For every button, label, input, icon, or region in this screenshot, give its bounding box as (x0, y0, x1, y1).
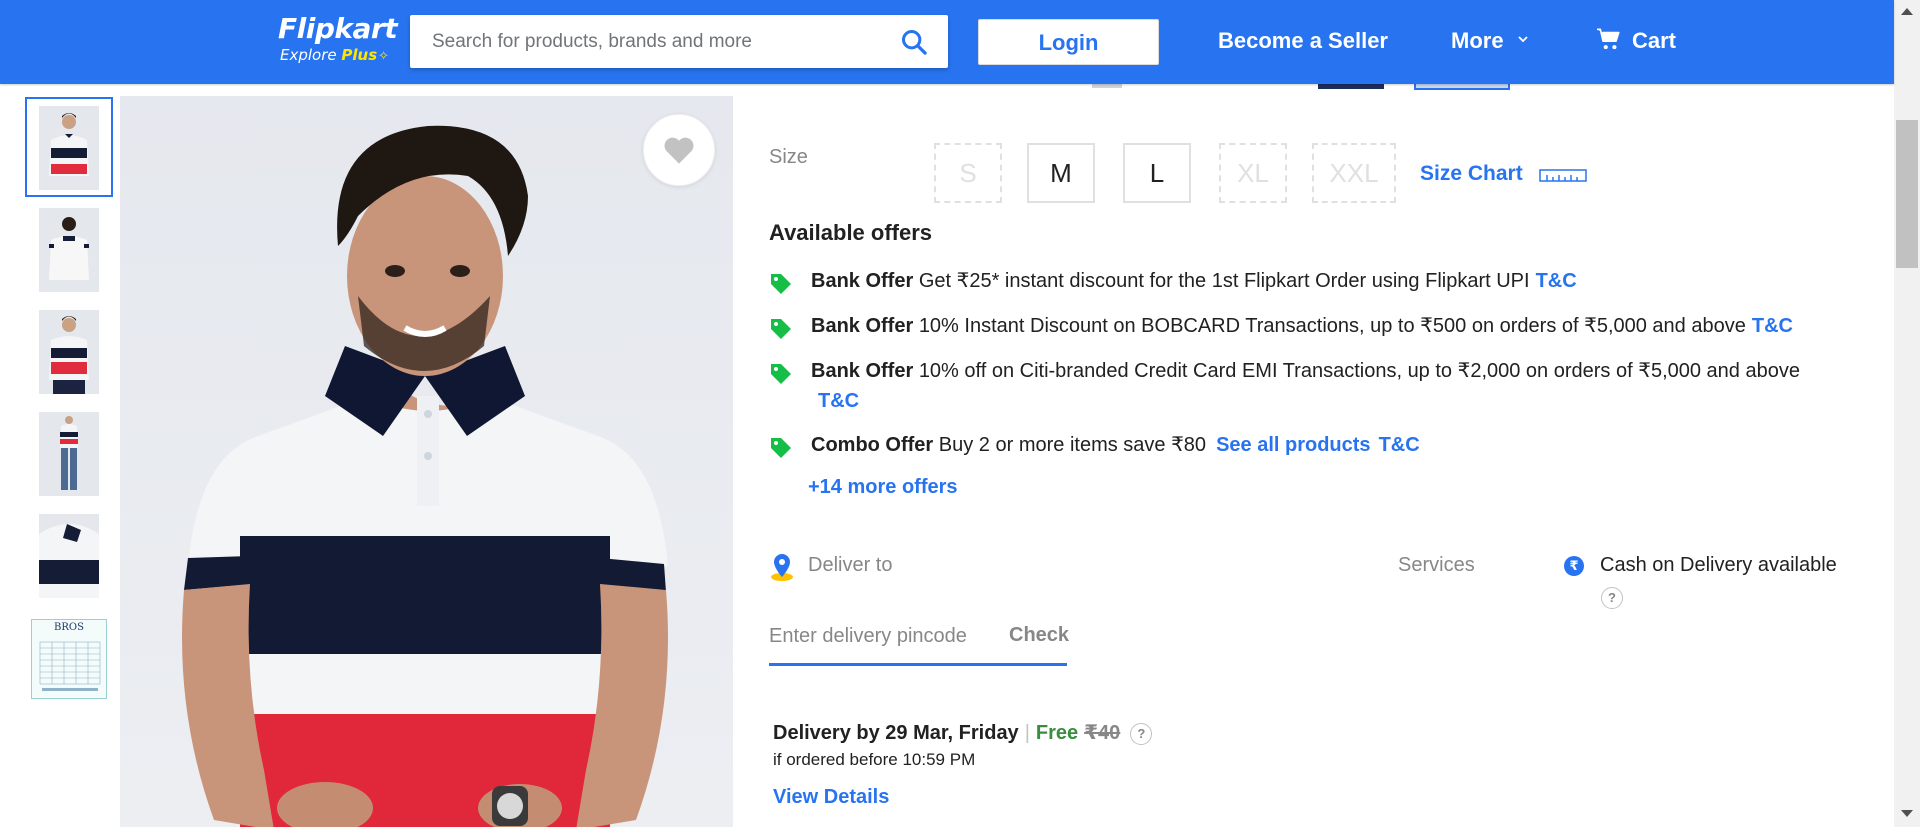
size-option-l[interactable]: L (1123, 143, 1191, 203)
more-offers-link[interactable]: +14 more offers (808, 476, 958, 499)
cart-label: Cart (1632, 28, 1677, 53)
see-all-products-link[interactable]: See all products (1216, 434, 1371, 456)
offer-text: 10% off on Citi-branded Credit Card EMI … (918, 360, 1800, 382)
deliver-to-label: Deliver to (808, 554, 893, 576)
thumbnail-image (39, 514, 99, 598)
scrollbar-thumb[interactable] (1896, 120, 1918, 268)
more-label: More (1451, 28, 1504, 53)
logo-plus-text: Plus (341, 46, 378, 64)
offer-tag-icon (771, 438, 791, 458)
offer-tc-link[interactable]: T&C (1379, 434, 1420, 456)
thumbnail-image (39, 106, 99, 190)
chevron-down-icon (1518, 36, 1528, 43)
search-input[interactable] (410, 15, 890, 68)
offer-text: Get ₹25* instant discount for the 1st Fl… (918, 270, 1530, 292)
offer-type: Bank Offer (811, 360, 914, 382)
delivery-estimate: Delivery by 29 Mar, Friday | Free ₹40? (773, 720, 1153, 745)
offer-tag-icon (771, 364, 791, 384)
product-image[interactable] (120, 96, 733, 827)
delivery-original-fee: ₹40 (1084, 722, 1121, 744)
cod-help-icon[interactable]: ? (1601, 587, 1623, 609)
thumbnail-image (39, 412, 99, 496)
color-swatch-selected[interactable] (1414, 84, 1510, 90)
plus-star-icon: ✧ (378, 49, 390, 64)
size-option-m[interactable]: M (1027, 143, 1095, 203)
search-bar (410, 15, 948, 68)
scroll-down-arrow-icon[interactable] (1901, 810, 1913, 817)
size-chart-link[interactable]: Size Chart (1420, 162, 1587, 186)
thumbnail-image (39, 310, 99, 394)
thumbnail-list: BROS (25, 97, 113, 709)
offer-text: Buy 2 or more items save ₹80 (938, 434, 1207, 456)
size-label: Size (769, 146, 808, 168)
thumbnail-6-size-chart[interactable]: BROS (25, 607, 113, 709)
cod-available-text: Cash on Delivery available (1600, 554, 1837, 576)
size-chart-label: Size Chart (1420, 162, 1523, 185)
heart-icon (664, 137, 694, 164)
services-label: Services (1398, 554, 1475, 576)
offer-tc-link[interactable]: T&C (1536, 270, 1577, 292)
page-scrollbar[interactable] (1894, 0, 1920, 827)
logo-explore-text: Explore (280, 46, 337, 64)
more-menu[interactable]: More (1451, 26, 1528, 56)
pincode-field: Check (769, 618, 1069, 666)
location-pin-icon (771, 554, 793, 581)
color-swatch[interactable] (1092, 84, 1122, 88)
become-seller-link[interactable]: Become a Seller (1218, 26, 1388, 56)
color-swatch[interactable] (1318, 84, 1384, 89)
view-details-link[interactable]: View Details (773, 786, 889, 809)
size-option-xl[interactable]: XL (1219, 143, 1287, 203)
top-navbar: Flipkart Explore Plus✧ Login Become a Se… (0, 0, 1894, 84)
offer-type: Bank Offer (811, 270, 914, 292)
thumbnail-2[interactable] (25, 199, 113, 301)
thumbnail-image (39, 208, 99, 292)
scroll-up-arrow-icon[interactable] (1901, 8, 1913, 15)
size-option-s[interactable]: S (934, 143, 1002, 203)
offer-text: 10% Instant Discount on BOBCARD Transact… (918, 315, 1746, 337)
logo-text: Flipkart (278, 12, 398, 45)
offer-tc-link[interactable]: T&C (1752, 315, 1793, 337)
wishlist-button[interactable] (643, 114, 715, 186)
login-button[interactable]: Login (978, 19, 1159, 65)
check-pincode-button[interactable]: Check (1009, 624, 1069, 647)
cart-icon (1597, 28, 1620, 50)
size-option-xxl[interactable]: XXL (1312, 143, 1396, 203)
offer-type: Combo Offer (811, 434, 934, 456)
offer-tc-link[interactable]: T&C (818, 386, 859, 416)
thumbnail-3[interactable] (25, 301, 113, 403)
delivery-cutoff-text: if ordered before 10:59 PM (773, 750, 976, 769)
size-chart-thumb-title: BROS (54, 622, 84, 633)
delivery-help-icon[interactable]: ? (1130, 723, 1153, 745)
delivery-date: Delivery by 29 Mar, Friday (773, 722, 1019, 744)
logo-subtext: Explore Plus✧ (280, 46, 398, 66)
ruler-icon (1538, 169, 1587, 182)
rupee-icon: ₹ (1564, 556, 1584, 576)
pincode-input[interactable] (769, 618, 989, 654)
thumbnail-4[interactable] (25, 403, 113, 505)
thumbnail-1[interactable] (25, 97, 113, 199)
delivery-free-label: Free (1035, 722, 1079, 744)
search-icon[interactable] (900, 28, 928, 56)
offer-tag-icon (771, 274, 791, 294)
offer-type: Bank Offer (811, 315, 914, 337)
offer-tag-icon (771, 319, 791, 339)
available-offers-heading: Available offers (769, 220, 933, 245)
flipkart-logo[interactable]: Flipkart Explore Plus✧ (278, 12, 398, 68)
thumbnail-image: BROS (31, 619, 107, 699)
cart-link[interactable]: Cart (1596, 26, 1676, 56)
delivery-separator: | (1024, 722, 1030, 744)
thumbnail-5[interactable] (25, 505, 113, 607)
